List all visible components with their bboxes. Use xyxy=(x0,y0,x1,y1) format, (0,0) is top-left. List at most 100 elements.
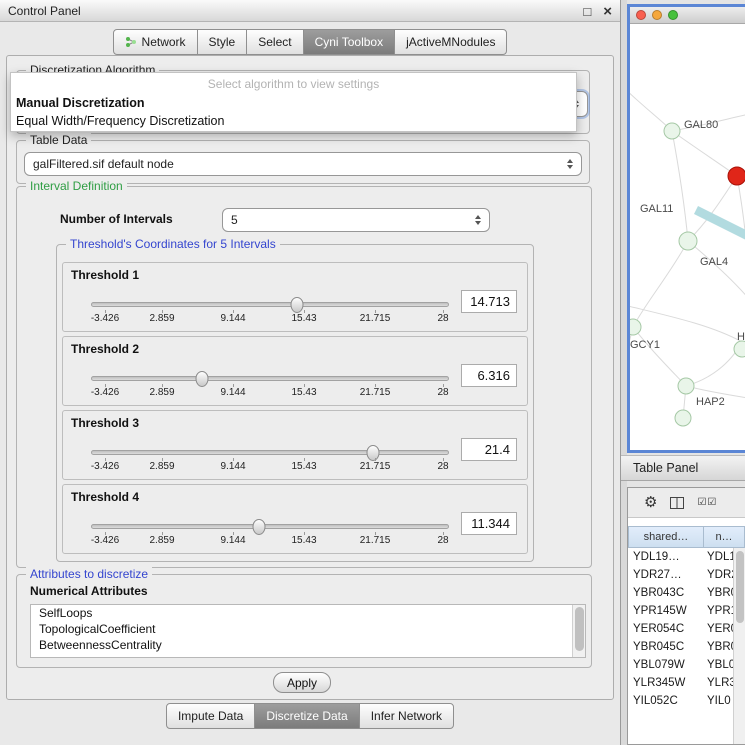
scale-tick: 28 xyxy=(437,313,448,324)
tab-label: Cyni Toolbox xyxy=(315,35,383,49)
dropdown-option-manual-discretization[interactable]: Manual Discretization xyxy=(11,94,576,112)
network-node[interactable] xyxy=(664,123,680,139)
list-item[interactable]: TopologicalCoefficient xyxy=(31,621,585,637)
tab-discretize-data[interactable]: Discretize Data xyxy=(254,703,359,729)
gear-icon[interactable]: ⚙ xyxy=(644,495,657,510)
table-row[interactable]: YDL19…YDL1 xyxy=(628,548,745,566)
table-body: YDL19…YDL1 YDR27…YDR2 YBR043CYBR0 YPR145… xyxy=(628,548,745,710)
column-header-shared-name[interactable]: shared… xyxy=(628,526,704,548)
table-cell: YDL19… xyxy=(628,551,704,563)
node-label: GAL11 xyxy=(640,203,673,215)
minimize-button[interactable] xyxy=(652,10,662,20)
table-panel-title: Table Panel xyxy=(633,461,698,475)
threshold-value-field[interactable] xyxy=(461,512,517,535)
scale-tick: 21.715 xyxy=(360,313,391,324)
threshold-slider[interactable] xyxy=(91,376,449,381)
table-row[interactable]: YDR27…YDR2 xyxy=(628,566,745,584)
network-node[interactable] xyxy=(679,232,697,250)
attributes-group-title: Attributes to discretize xyxy=(26,567,152,581)
table-row[interactable]: YBR045CYBR0 xyxy=(628,638,745,656)
node-label: GCY1 xyxy=(630,339,660,351)
table-scrollbar[interactable] xyxy=(733,548,745,744)
table-toolbar: ⚙ ☑☑ xyxy=(628,488,745,518)
num-intervals-label: Number of Intervals xyxy=(60,212,173,226)
window-title: Control Panel xyxy=(8,4,81,18)
table-row[interactable]: YBL079WYBL0 xyxy=(628,656,745,674)
algorithm-dropdown-popup: Select algorithm to view settings Manual… xyxy=(10,72,577,132)
combo-arrows-icon xyxy=(567,159,573,169)
table-row[interactable]: YBR043CYBR0 xyxy=(628,584,745,602)
scale-tick: 28 xyxy=(437,461,448,472)
tab-impute-data[interactable]: Impute Data xyxy=(166,703,255,729)
table-row[interactable]: YER054CYER0 xyxy=(628,620,745,638)
table-cell: YIL052C xyxy=(628,695,704,707)
close-icon[interactable]: × xyxy=(603,3,612,20)
float-window-icon[interactable]: □ xyxy=(583,4,591,19)
selected-node[interactable] xyxy=(728,167,745,185)
threshold-slider[interactable] xyxy=(91,302,449,307)
threshold-label: Threshold 4 xyxy=(71,490,139,504)
tab-jactivemodules[interactable]: jActiveMNodules xyxy=(394,29,507,55)
attributes-scrollbar[interactable] xyxy=(572,605,585,657)
tab-label: Impute Data xyxy=(178,709,243,723)
numerical-attributes-label: Numerical Attributes xyxy=(30,584,148,598)
tab-style[interactable]: Style xyxy=(197,29,248,55)
network-icon xyxy=(125,36,137,48)
scale-tick: 2.859 xyxy=(149,461,174,472)
tab-label: Style xyxy=(209,35,236,49)
node-label: GAL80 xyxy=(684,119,718,131)
column-header-name[interactable]: n… xyxy=(703,526,745,548)
table-data-combo[interactable]: galFiltered.sif default node xyxy=(24,152,582,176)
checkbox-icons[interactable]: ☑☑ xyxy=(697,497,717,508)
threshold-value-field[interactable] xyxy=(461,290,517,313)
table-row[interactable]: YIL052CYIL0 xyxy=(628,692,745,710)
network-node[interactable] xyxy=(734,341,745,357)
tab-select[interactable]: Select xyxy=(246,29,303,55)
scrollbar-thumb[interactable] xyxy=(736,551,744,623)
table-cell: YLR345W xyxy=(628,677,704,689)
threshold-slider[interactable] xyxy=(91,524,449,529)
table-row[interactable]: YPR145WYPR1 xyxy=(628,602,745,620)
list-item[interactable]: BetweennessCentrality xyxy=(31,637,585,653)
bottom-tab-bar: Impute Data Discretize Data Infer Networ… xyxy=(0,703,621,729)
network-node[interactable] xyxy=(675,410,691,426)
scale-tick: -3.426 xyxy=(91,313,119,324)
tab-cyni-toolbox[interactable]: Cyni Toolbox xyxy=(303,29,395,55)
network-node[interactable] xyxy=(630,319,641,335)
slider-thumb[interactable] xyxy=(253,519,266,535)
scrollbar-thumb[interactable] xyxy=(575,607,584,651)
tab-infer-network[interactable]: Infer Network xyxy=(359,703,454,729)
apply-button[interactable]: Apply xyxy=(273,672,331,693)
columns-icon[interactable] xyxy=(670,497,684,509)
interval-group-title: Interval Definition xyxy=(26,179,127,193)
network-node[interactable] xyxy=(678,378,694,394)
scale-tick: -3.426 xyxy=(91,535,119,546)
network-canvas[interactable]: GAL80 GAL11 GAL4 GCY1 HAP2 H xyxy=(630,24,745,450)
scale-tick: 15.43 xyxy=(291,461,316,472)
threshold-value-field[interactable] xyxy=(461,438,517,461)
slider-thumb[interactable] xyxy=(291,297,304,313)
tab-label: Select xyxy=(258,35,291,49)
node-label: HAP2 xyxy=(696,396,725,408)
threshold-slider[interactable] xyxy=(91,450,449,455)
scale-tick: 2.859 xyxy=(149,387,174,398)
list-item[interactable]: SelfLoops xyxy=(31,605,585,621)
scale-tick: 2.859 xyxy=(149,535,174,546)
slider-thumb[interactable] xyxy=(367,445,380,461)
network-window-titlebar xyxy=(630,7,745,24)
table-header-row: shared… n… xyxy=(628,526,745,548)
table-row[interactable]: YLR345WYLR3 xyxy=(628,674,745,692)
scale-tick: 9.144 xyxy=(220,313,245,324)
dropdown-option-equal-width[interactable]: Equal Width/Frequency Discretization xyxy=(11,112,576,130)
scale-tick: -3.426 xyxy=(91,461,119,472)
slider-thumb[interactable] xyxy=(196,371,209,387)
zoom-button[interactable] xyxy=(668,10,678,20)
threshold-label: Threshold 1 xyxy=(71,268,139,282)
close-button[interactable] xyxy=(636,10,646,20)
num-intervals-combo[interactable]: 5 xyxy=(222,208,490,232)
table-cell: YBL079W xyxy=(628,659,704,671)
node-label: GAL4 xyxy=(700,256,728,268)
tab-network[interactable]: Network xyxy=(113,29,198,55)
threshold-value-field[interactable] xyxy=(461,364,517,387)
num-intervals-value: 5 xyxy=(231,213,238,227)
